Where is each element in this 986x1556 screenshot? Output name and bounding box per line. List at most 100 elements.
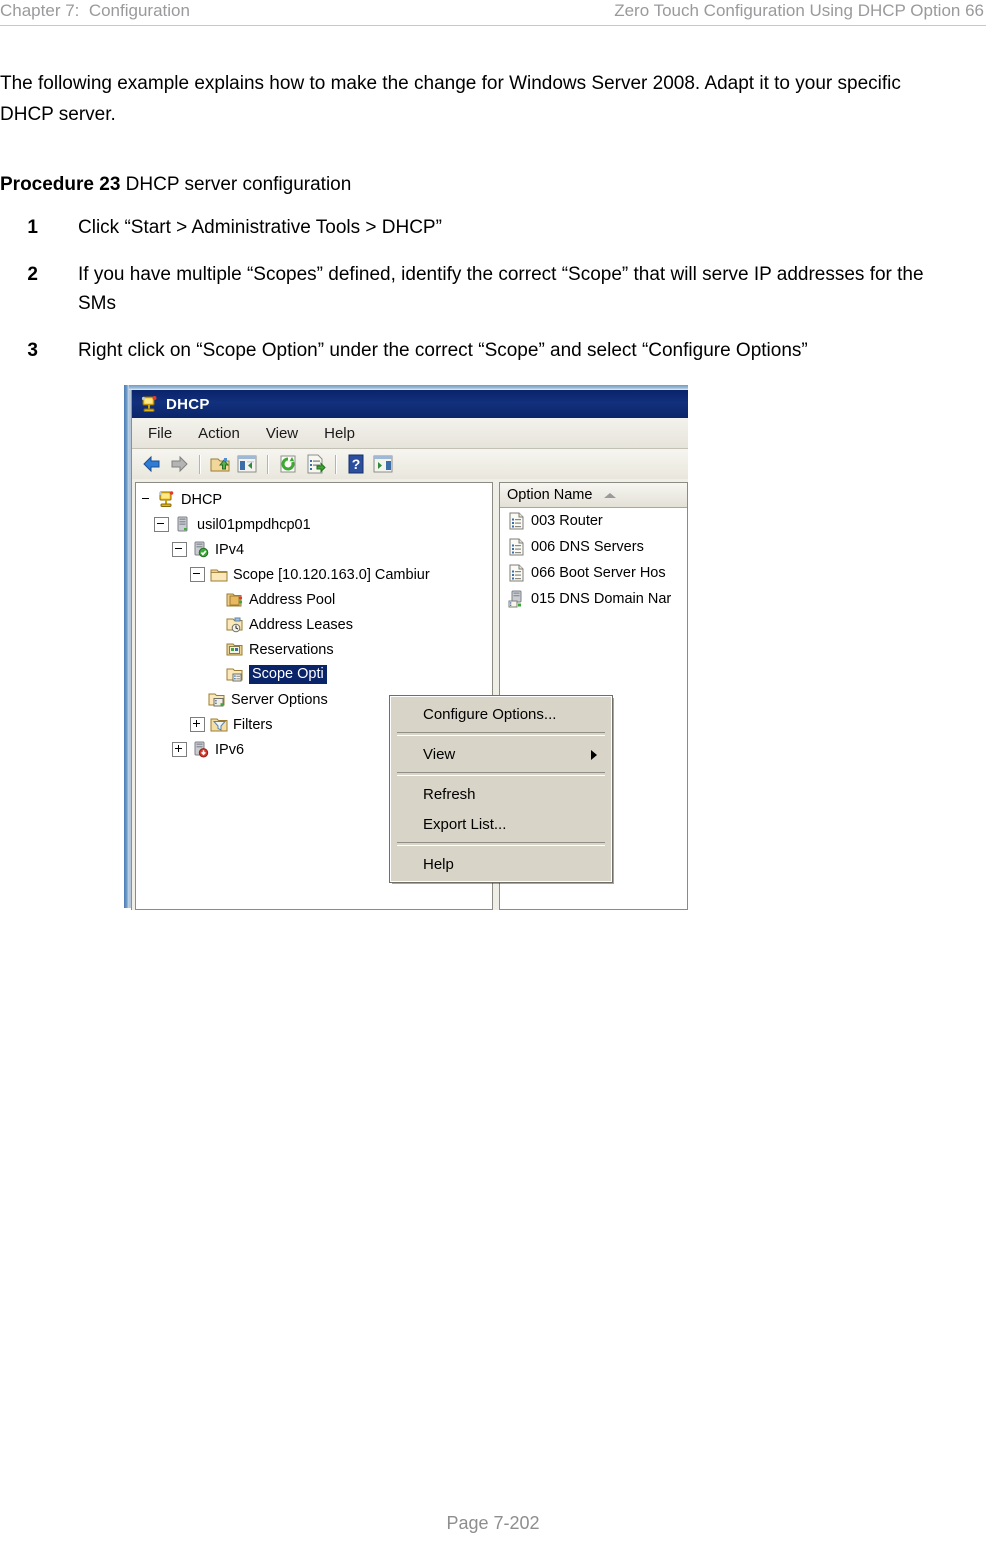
server-options-icon [208, 691, 226, 708]
server-icon [174, 516, 192, 533]
menu-item-label: Configure Options... [423, 705, 557, 723]
svg-text:?: ? [352, 456, 361, 472]
export-list-icon[interactable] [303, 452, 327, 476]
menu-item-configure-options[interactable]: Configure Options... [391, 699, 611, 729]
menu-item-refresh[interactable]: Refresh [391, 779, 611, 809]
window-titlebar: DHCP [132, 390, 688, 418]
list-item: 2 If you have multiple “Scopes” defined,… [0, 260, 970, 318]
tree-expander[interactable] [190, 567, 205, 582]
tree-item-address-pool[interactable]: Address Pool [140, 587, 492, 612]
tree-item-address-leases[interactable]: Address Leases [140, 612, 492, 637]
table-row[interactable]: 006 DNS Servers [500, 534, 687, 560]
menu-item-label: Refresh [423, 785, 476, 803]
tree-expander[interactable] [172, 542, 187, 557]
tree-item-ipv4[interactable]: IPv4 [140, 537, 492, 562]
sort-ascending-icon [604, 492, 617, 498]
context-menu[interactable]: Configure Options... View Refresh Export… [389, 695, 613, 883]
back-arrow-icon[interactable] [140, 452, 164, 476]
procedure-label: Procedure 23 [0, 174, 121, 195]
show-tree-icon[interactable] [235, 452, 259, 476]
step-number: 2 [27, 264, 38, 285]
menu-action[interactable]: Action [198, 425, 240, 442]
table-row[interactable]: 015 DNS Domain Nar [500, 586, 687, 612]
tree-item-label: DHCP [181, 491, 223, 508]
menu-help[interactable]: Help [324, 425, 355, 442]
tree-item-label: IPv6 [215, 741, 245, 758]
properties-pane-icon[interactable] [371, 452, 395, 476]
header-section: Zero Touch Configuration Using DHCP Opti… [614, 1, 984, 20]
option-server-icon [508, 590, 525, 608]
table-row[interactable]: 003 Router [500, 508, 687, 534]
tree-item-label: Scope [10.120.163.0] Cambiur [233, 566, 430, 583]
chevron-right-icon [591, 750, 597, 760]
option-list-icon [508, 564, 525, 582]
menu-file[interactable]: File [148, 425, 172, 442]
step-text: If you have multiple “Scopes” defined, i… [78, 264, 924, 314]
tree-item-scope-options[interactable]: Scope Opti [140, 662, 492, 687]
menu-item-export-list[interactable]: Export List... [391, 809, 611, 839]
option-list-icon [508, 512, 525, 530]
tree-item-label: Address Pool [249, 591, 336, 608]
list-item: 3 Right click on “Scope Option” under th… [0, 336, 970, 365]
menu-item-view[interactable]: View [391, 739, 611, 769]
step-number: 1 [27, 217, 38, 238]
help-icon[interactable]: ? [344, 452, 368, 476]
dhcp-console-icon [140, 395, 159, 414]
menu-item-label: View [423, 745, 456, 763]
forward-arrow-icon[interactable] [167, 452, 191, 476]
tree-item-scope[interactable]: Scope [10.120.163.0] Cambiur [140, 562, 492, 587]
procedure-heading: Procedure 23 DHCP server configuration [0, 172, 351, 198]
menu-item-label: Help [423, 855, 454, 873]
step-text: Right click on “Scope Option” under the … [78, 340, 808, 361]
procedure-steps: 1 Click “Start > Administrative Tools > … [0, 213, 970, 383]
ipv4-server-ok-icon [192, 541, 210, 558]
table-cell-option-name: 015 DNS Domain Nar [531, 591, 672, 607]
tree-item-reservations[interactable]: Reservations [140, 637, 492, 662]
step-text: Click “Start > Administrative Tools > DH… [78, 217, 442, 238]
tree-item-label: Reservations [249, 641, 334, 658]
header-divider [0, 25, 986, 26]
window-title: DHCP [166, 395, 210, 413]
page-number: Page 7-202 [446, 1513, 540, 1533]
dhcp-console-icon [158, 491, 176, 508]
tree-expander[interactable] [190, 717, 205, 732]
address-pool-icon [226, 591, 244, 608]
up-folder-icon[interactable] [208, 452, 232, 476]
table-row[interactable]: 066 Boot Server Hos [500, 560, 687, 586]
running-header: Chapter 7: Configuration Zero Touch Conf… [0, 0, 986, 26]
refresh-icon[interactable] [276, 452, 300, 476]
table-cell-option-name: 003 Router [531, 513, 603, 529]
window-menubar: File Action View Help [132, 418, 688, 449]
tree-item-label: Scope Opti [249, 665, 327, 684]
procedure-title: DHCP server configuration [120, 174, 352, 195]
scope-options-icon [226, 666, 244, 683]
column-header-option-name[interactable]: Option Name [500, 483, 687, 508]
column-header-label: Option Name [507, 487, 593, 503]
filters-icon [210, 716, 228, 733]
tree-item-label: IPv4 [215, 541, 245, 558]
menu-view[interactable]: View [266, 425, 298, 442]
menu-separator [397, 772, 605, 776]
menu-separator [397, 732, 605, 736]
tree-item-label: usil01pmpdhcp01 [197, 516, 311, 533]
option-list-icon [508, 538, 525, 556]
tree-item-dhcp[interactable]: DHCP [140, 487, 492, 512]
reservations-icon [226, 641, 244, 658]
window-toolbar: ? [132, 449, 688, 480]
tree-item-server[interactable]: usil01pmpdhcp01 [140, 512, 492, 537]
menu-item-help[interactable]: Help [391, 849, 611, 879]
dhcp-screenshot-figure: DHCP File Action View Help ? DHCP usil01… [118, 385, 688, 910]
table-cell-option-name: 066 Boot Server Hos [531, 565, 666, 581]
folder-icon [210, 566, 228, 583]
ipv6-server-icon [192, 741, 210, 758]
tree-expander[interactable] [154, 517, 169, 532]
address-leases-icon [226, 616, 244, 633]
header-chapter: Chapter 7: Configuration [0, 1, 190, 20]
tree-item-label: Address Leases [249, 616, 353, 633]
tree-item-label: Filters [233, 716, 273, 733]
intro-paragraph: The following example explains how to ma… [0, 73, 901, 125]
menu-separator [397, 842, 605, 846]
tree-expander[interactable] [172, 742, 187, 757]
toolbar-separator [199, 454, 200, 474]
menu-item-label: Export List... [423, 815, 507, 833]
